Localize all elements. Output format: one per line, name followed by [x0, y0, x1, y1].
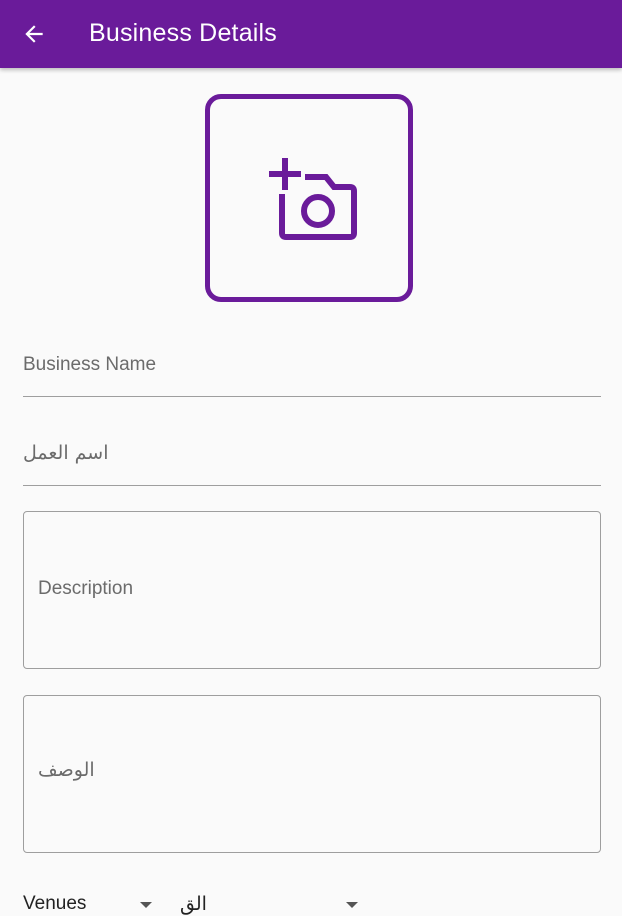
business-name-label: Business Name — [23, 354, 157, 375]
business-name-arabic-label: اسم العمل — [23, 442, 109, 464]
back-button[interactable] — [20, 20, 48, 48]
description-arabic-field[interactable]: الوصف — [23, 695, 601, 853]
description-field[interactable]: Description — [23, 511, 601, 669]
category-arabic-dropdown-value: الق — [180, 893, 207, 915]
app-bar: Business Details — [0, 0, 622, 68]
description-label: Description — [38, 578, 134, 599]
category-dropdown[interactable]: Venues — [23, 892, 158, 916]
dropdown-arrow-icon — [140, 902, 152, 908]
page-title: Business Details — [89, 19, 278, 47]
description-arabic-label: الوصف — [38, 759, 95, 781]
image-picker-button[interactable] — [205, 94, 413, 302]
arrow-back-icon — [25, 25, 43, 43]
business-name-field[interactable]: Business Name — [23, 350, 601, 397]
category-dropdown-value: Venues — [23, 893, 87, 914]
add-photo-icon — [269, 158, 357, 240]
category-arabic-dropdown[interactable]: الق — [180, 892, 360, 916]
business-name-arabic-field[interactable]: اسم العمل — [23, 440, 601, 486]
dropdown-arrow-icon — [346, 902, 358, 908]
